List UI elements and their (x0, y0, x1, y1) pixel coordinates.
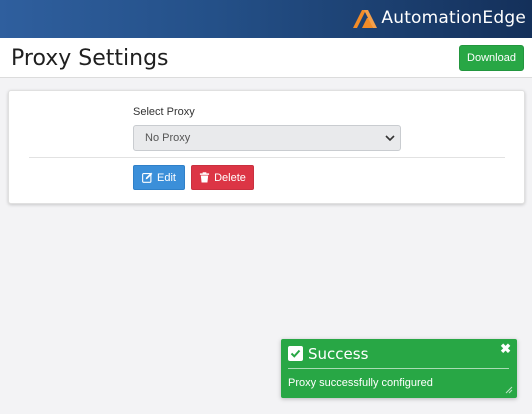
brand-name: AutomationEdge (381, 8, 526, 28)
select-proxy-label: Select Proxy (133, 106, 195, 118)
brand-logo[interactable]: AutomationEdge (351, 4, 526, 32)
edit-icon (142, 172, 153, 183)
success-toast: Success ✖ Proxy successfully configured (281, 339, 517, 398)
page-title: Proxy Settings (11, 46, 169, 71)
top-nav-bar: AutomationEdge (0, 0, 532, 38)
toast-title: Success (308, 345, 369, 363)
edit-button[interactable]: Edit (133, 165, 185, 190)
download-button[interactable]: Download (459, 45, 524, 71)
proxy-settings-card: Select Proxy No Proxy Edit Delete (8, 90, 525, 204)
chevron-down-icon (385, 135, 395, 142)
close-icon[interactable]: ✖ (500, 342, 511, 355)
toast-divider (288, 368, 509, 369)
delete-button[interactable]: Delete (191, 165, 254, 190)
delete-button-label: Delete (214, 171, 246, 184)
select-proxy-dropdown[interactable]: No Proxy (133, 125, 401, 151)
divider (29, 157, 505, 158)
toast-message: Proxy successfully configured (288, 377, 433, 389)
check-icon (288, 346, 303, 361)
trash-icon (200, 172, 210, 183)
resize-grip-icon[interactable] (505, 386, 513, 394)
automationedge-logo-icon (353, 10, 378, 28)
page-header: Proxy Settings (0, 38, 532, 78)
edit-button-label: Edit (157, 171, 176, 184)
select-proxy-value: No Proxy (145, 132, 191, 144)
